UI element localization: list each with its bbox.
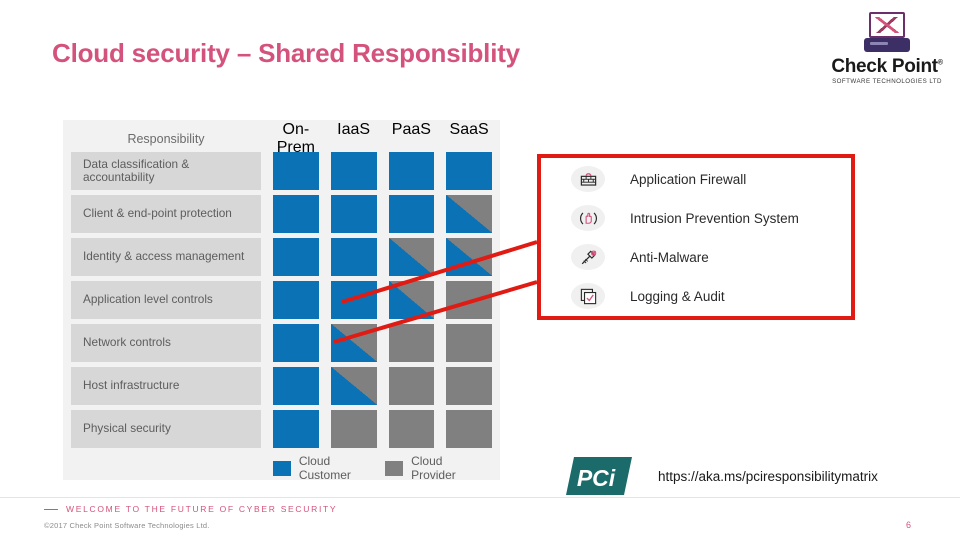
row-cell-track <box>261 152 492 190</box>
row-label: Application level controls <box>71 281 261 319</box>
matrix-cell <box>330 195 377 233</box>
legend-swatch <box>385 460 404 476</box>
matrix-cell <box>330 152 377 190</box>
callout-label: Intrusion Prevention System <box>630 210 799 226</box>
matrix-cell <box>446 410 492 448</box>
callout-icon-wrap <box>571 244 605 270</box>
legend-entry: Cloud Customer <box>273 454 363 482</box>
brand-name: Check Point® <box>831 56 943 77</box>
matrix-cell <box>330 410 377 448</box>
callout-label: Anti-Malware <box>630 249 709 265</box>
matrix-cell <box>330 324 377 362</box>
footer-copyright: ©2017 Check Point Software Technologies … <box>44 521 210 530</box>
matrix-cell <box>446 152 492 190</box>
matrix-cell <box>273 281 319 319</box>
table-row: Data classification & accountability <box>71 152 492 190</box>
list-item: Anti-Malware <box>541 239 851 275</box>
matrix-cell <box>330 238 377 276</box>
table-row: Application level controls <box>71 281 492 319</box>
shared-responsibility-matrix: Responsibility On-Prem IaaS PaaS SaaS Da… <box>63 120 500 482</box>
row-label: Network controls <box>71 324 261 362</box>
row-label: Data classification & accountability <box>71 152 261 190</box>
logo-base-shape <box>864 38 910 52</box>
row-cell-track <box>261 410 492 448</box>
matrix-legend: Cloud Customer Cloud Provider <box>71 454 492 482</box>
page-number: 6 <box>906 520 912 530</box>
table-row: Network controls <box>71 324 492 362</box>
matrix-cell <box>446 324 492 362</box>
footer-tagline: WELCOME TO THE FUTURE OF CYBER SECURITY <box>44 504 344 514</box>
syringe-virus-icon <box>581 250 596 264</box>
checklist-clipboard-icon <box>580 288 596 304</box>
matrix-cell <box>446 195 492 233</box>
footer-divider <box>0 497 960 498</box>
row-label: Host infrastructure <box>71 367 261 405</box>
matrix-cell <box>273 152 319 190</box>
legend-swatch <box>273 460 291 476</box>
matrix-cell <box>388 238 435 276</box>
matrix-cell <box>446 281 492 319</box>
security-controls-callout: Application Firewall Intrusion Prevention… <box>537 154 855 320</box>
row-cell-track <box>261 324 492 362</box>
matrix-header-row: Responsibility On-Prem IaaS PaaS SaaS <box>71 121 492 156</box>
tagline-text: WELCOME TO THE FUTURE OF CYBER SECURITY <box>66 504 338 514</box>
pci-logo-icon: PCi <box>566 457 632 495</box>
column-header-responsibility: Responsibility <box>127 132 205 146</box>
matrix-cell <box>330 281 377 319</box>
row-cell-track <box>261 367 492 405</box>
brand-tagline: SOFTWARE TECHNOLOGIES LTD <box>832 78 942 85</box>
row-label: Client & end-point protection <box>71 195 261 233</box>
checkpoint-computer-icon <box>864 12 910 54</box>
callout-item-list: Application Firewall Intrusion Prevention… <box>541 161 851 314</box>
legend-label: Cloud Customer <box>298 454 351 482</box>
row-cell-track <box>261 195 492 233</box>
pci-reference: PCi https://aka.ms/pciresponsibilitymatr… <box>566 455 878 497</box>
matrix-cell <box>446 238 492 276</box>
table-row: Client & end-point protection <box>71 195 492 233</box>
matrix-cell <box>388 367 435 405</box>
matrix-cell <box>273 238 319 276</box>
list-item: Logging & Audit <box>541 278 851 314</box>
matrix-grid: Responsibility On-Prem IaaS PaaS SaaS Da… <box>71 121 492 482</box>
matrix-rows: Data classification & accountability Clie… <box>71 152 492 448</box>
logo-screen-shape <box>869 12 905 38</box>
legend-entry: Cloud Provider <box>385 454 470 482</box>
table-row: Host infrastructure <box>71 367 492 405</box>
matrix-cell <box>446 367 492 405</box>
row-label: Physical security <box>71 410 261 448</box>
row-cell-track <box>261 281 492 319</box>
table-row: Physical security <box>71 410 492 448</box>
row-label: Identity & access management <box>71 238 261 276</box>
stop-hand-shield-icon <box>579 212 597 224</box>
firewall-brick-wall-icon <box>580 172 596 186</box>
table-row: Identity & access management <box>71 238 492 276</box>
matrix-cell <box>388 195 435 233</box>
callout-label: Logging & Audit <box>630 288 725 304</box>
matrix-cell <box>330 367 377 405</box>
checkpoint-logo: Check Point® SOFTWARE TECHNOLOGIES LTD <box>826 12 948 85</box>
row-cell-track <box>261 238 492 276</box>
svg-text:PCi: PCi <box>577 465 616 491</box>
page-title: Cloud security – Shared Responsiblity <box>52 38 520 68</box>
matrix-cell <box>388 281 435 319</box>
registered-mark: ® <box>937 59 943 67</box>
list-item: Intrusion Prevention System <box>541 200 851 236</box>
list-item: Application Firewall <box>541 161 851 197</box>
matrix-cell <box>273 367 319 405</box>
pci-matrix-url[interactable]: https://aka.ms/pciresponsibilitymatrix <box>658 469 878 484</box>
matrix-cell <box>388 324 435 362</box>
matrix-cell <box>388 152 435 190</box>
tagline-dash-left <box>44 508 58 510</box>
callout-icon-wrap <box>571 205 605 231</box>
legend-label: Cloud Provider <box>411 454 456 482</box>
matrix-cell <box>273 195 319 233</box>
matrix-cell <box>273 410 319 448</box>
callout-icon-wrap <box>571 283 605 309</box>
matrix-cell <box>273 324 319 362</box>
matrix-cell <box>388 410 435 448</box>
callout-icon-wrap <box>571 166 605 192</box>
callout-label: Application Firewall <box>630 171 747 187</box>
